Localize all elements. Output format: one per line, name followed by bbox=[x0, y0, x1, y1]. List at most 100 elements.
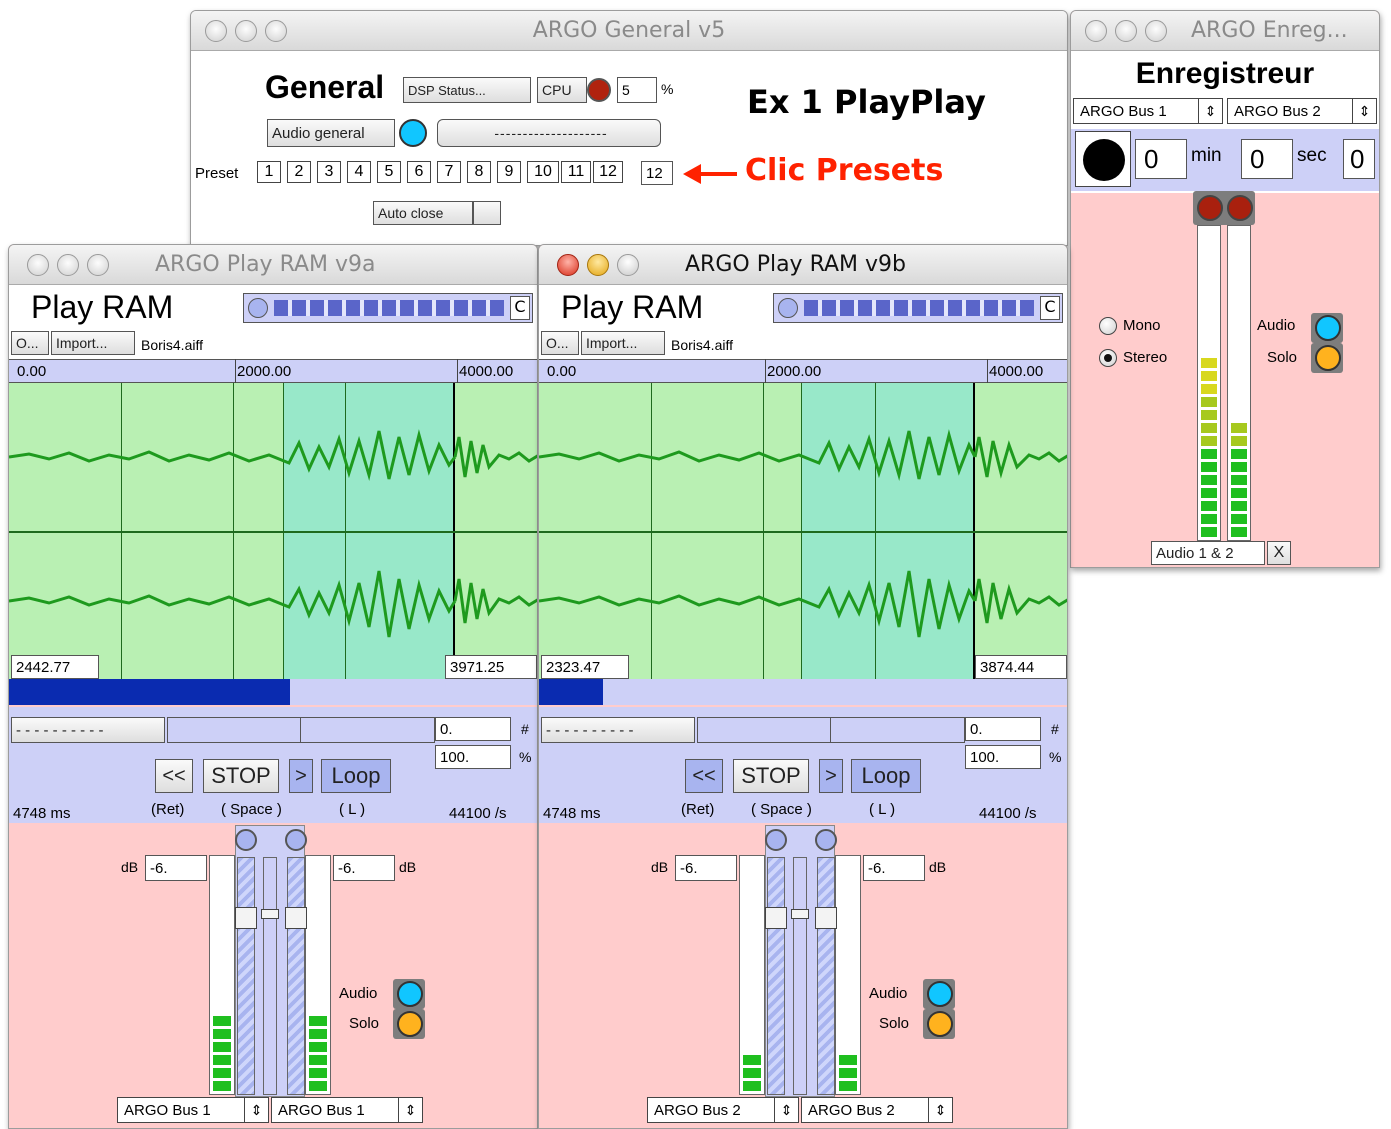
preset-button-4[interactable]: 4 bbox=[347, 161, 371, 183]
selection-end-field[interactable]: 3971.25 bbox=[445, 655, 537, 679]
solo-led[interactable] bbox=[927, 1011, 953, 1037]
bus-left-menu[interactable]: ARGO Bus 1 ⇕ bbox=[1073, 98, 1223, 124]
audio-general-button[interactable]: Audio general bbox=[267, 119, 395, 147]
fader-left-track[interactable] bbox=[767, 857, 785, 1095]
fader-left-led[interactable] bbox=[235, 829, 257, 851]
fader-center-knob[interactable] bbox=[261, 909, 279, 919]
minimize-button[interactable] bbox=[57, 254, 79, 276]
bus-left-menu[interactable]: ARGO Bus 1 ⇕ bbox=[117, 1097, 269, 1123]
close-button[interactable] bbox=[1085, 20, 1107, 42]
bus-right-menu[interactable]: ARGO Bus 2 ⇕ bbox=[801, 1097, 953, 1123]
close-button[interactable] bbox=[27, 254, 49, 276]
selection-start-field[interactable]: 2323.47 bbox=[541, 655, 629, 679]
audio-led[interactable] bbox=[927, 981, 953, 1007]
preset-button-7[interactable]: 7 bbox=[437, 161, 461, 183]
preset-button-8[interactable]: 8 bbox=[467, 161, 491, 183]
field-b[interactable]: 100. bbox=[435, 745, 511, 769]
fader-right-track[interactable] bbox=[817, 857, 835, 1095]
sec-field[interactable]: 0 bbox=[1241, 139, 1293, 179]
dsp-status-button[interactable]: DSP Status... bbox=[403, 77, 531, 103]
stereo-radio[interactable] bbox=[1099, 349, 1117, 367]
preset-button-9[interactable]: 9 bbox=[497, 161, 521, 183]
stop-button[interactable]: STOP bbox=[733, 759, 809, 793]
import-button[interactable]: Import... bbox=[581, 331, 665, 355]
open-button[interactable]: O... bbox=[11, 331, 49, 355]
db-right-field[interactable]: -6. bbox=[863, 855, 925, 881]
preset-button-10[interactable]: 10 bbox=[527, 161, 559, 183]
channels-menu[interactable]: Audio 1 & 2 bbox=[1151, 541, 1265, 565]
field-a[interactable]: 0. bbox=[435, 717, 511, 741]
c-label[interactable]: C bbox=[1040, 296, 1060, 320]
preset-button-12[interactable]: 12 bbox=[593, 161, 623, 183]
fader-center-track[interactable] bbox=[793, 857, 807, 1095]
audio-led[interactable] bbox=[1315, 315, 1341, 341]
fader-left-led[interactable] bbox=[765, 829, 787, 851]
preset-button-11[interactable]: 11 bbox=[561, 161, 591, 183]
playback-progress[interactable] bbox=[539, 679, 1067, 705]
selection-start-field[interactable]: 2442.77 bbox=[11, 655, 99, 679]
fader-left-track[interactable] bbox=[237, 857, 255, 1095]
solo-led[interactable] bbox=[397, 1011, 423, 1037]
fader-right-knob[interactable] bbox=[285, 907, 307, 929]
preset-button-6[interactable]: 6 bbox=[407, 161, 431, 183]
minimize-button[interactable] bbox=[587, 254, 609, 276]
rewind-button[interactable]: << bbox=[155, 759, 193, 793]
loop-button[interactable]: Loop bbox=[321, 759, 391, 793]
play-a-position-bar[interactable]: C bbox=[243, 293, 533, 323]
selection-end-field[interactable]: 3874.44 bbox=[975, 655, 1067, 679]
play-b-titlebar[interactable]: ARGO Play RAM v9b bbox=[539, 245, 1067, 285]
c-label[interactable]: C bbox=[510, 296, 530, 320]
field-a[interactable]: 0. bbox=[965, 717, 1041, 741]
general-titlebar[interactable]: ARGO General v5 bbox=[191, 11, 1067, 51]
rewind-button[interactable]: << bbox=[685, 759, 723, 793]
play-button[interactable]: > bbox=[819, 759, 843, 793]
stop-button[interactable]: STOP bbox=[203, 759, 279, 793]
fader-right-led[interactable] bbox=[815, 829, 837, 851]
range-slider[interactable] bbox=[167, 717, 435, 743]
solo-led[interactable] bbox=[1315, 345, 1341, 371]
fader-right-track[interactable] bbox=[287, 857, 305, 1095]
range-slider[interactable] bbox=[697, 717, 965, 743]
fader-left-knob[interactable] bbox=[765, 907, 787, 929]
bus-left-menu[interactable]: ARGO Bus 2 ⇕ bbox=[647, 1097, 799, 1123]
loop-button[interactable]: Loop bbox=[851, 759, 921, 793]
min-field[interactable]: 0 bbox=[1135, 139, 1187, 179]
play-button[interactable]: > bbox=[289, 759, 313, 793]
fader-center-track[interactable] bbox=[263, 857, 277, 1095]
preset-button-3[interactable]: 3 bbox=[317, 161, 341, 183]
bus-right-menu[interactable]: ARGO Bus 1 ⇕ bbox=[271, 1097, 423, 1123]
dashes-field[interactable]: - - - - - - - - - - bbox=[11, 717, 165, 743]
preset-button-2[interactable]: 2 bbox=[287, 161, 311, 183]
audio-led[interactable] bbox=[397, 981, 423, 1007]
waveform-display[interactable]: 2442.77 3971.25 bbox=[9, 383, 537, 679]
zoom-button[interactable] bbox=[87, 254, 109, 276]
db-left-field[interactable]: -6. bbox=[145, 855, 207, 881]
dashes-field[interactable]: - - - - - - - - - - bbox=[541, 717, 695, 743]
zoom-button[interactable] bbox=[1145, 20, 1167, 42]
db-left-field[interactable]: -6. bbox=[675, 855, 737, 881]
mono-radio[interactable] bbox=[1099, 317, 1117, 335]
open-button[interactable]: O... bbox=[541, 331, 579, 355]
zoom-button[interactable] bbox=[617, 254, 639, 276]
bus-right-menu[interactable]: ARGO Bus 2 ⇕ bbox=[1227, 98, 1377, 124]
record-button[interactable] bbox=[1075, 131, 1131, 187]
db-right-field[interactable]: -6. bbox=[333, 855, 395, 881]
fader-left-knob[interactable] bbox=[235, 907, 257, 929]
audio-general-led[interactable] bbox=[399, 119, 427, 147]
import-button[interactable]: Import... bbox=[51, 331, 135, 355]
close-button[interactable] bbox=[557, 254, 579, 276]
play-a-titlebar[interactable]: ARGO Play RAM v9a bbox=[9, 245, 537, 285]
play-b-position-bar[interactable]: C bbox=[773, 293, 1063, 323]
preset-button-1[interactable]: 1 bbox=[257, 161, 281, 183]
fader-right-led[interactable] bbox=[285, 829, 307, 851]
fader-right-knob[interactable] bbox=[815, 907, 837, 929]
field-b[interactable]: 100. bbox=[965, 745, 1041, 769]
enregistreur-titlebar[interactable]: ARGO Enreg... bbox=[1071, 11, 1379, 51]
close-x-button[interactable]: X bbox=[1267, 541, 1291, 565]
auto-close-button[interactable]: Auto close bbox=[373, 201, 473, 225]
waveform-display[interactable]: 2323.47 3874.44 bbox=[539, 383, 1067, 679]
minimize-button[interactable] bbox=[1115, 20, 1137, 42]
preset-button-5[interactable]: 5 bbox=[377, 161, 401, 183]
auto-close-toggle[interactable] bbox=[473, 201, 501, 225]
playback-progress[interactable] bbox=[9, 679, 537, 705]
